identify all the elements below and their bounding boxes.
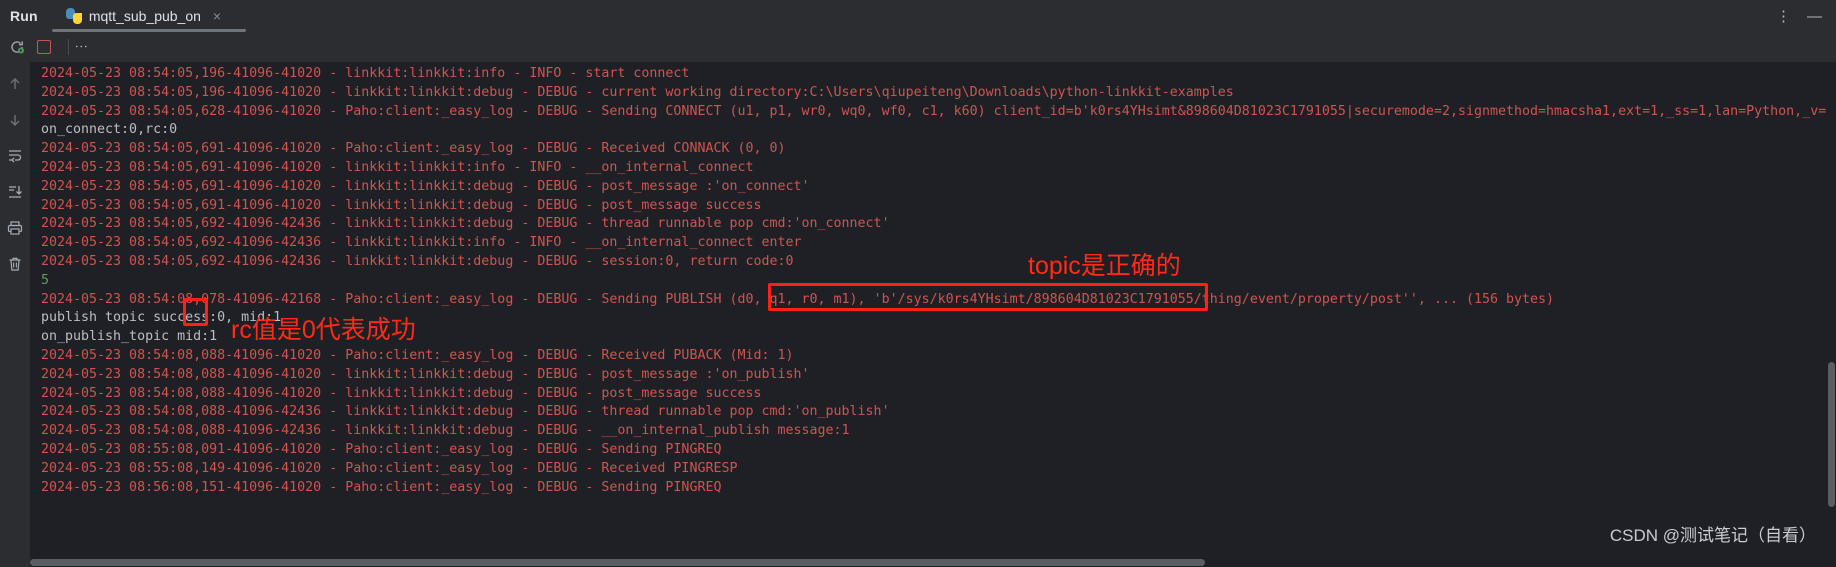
horizontal-scrollbar-thumb[interactable] (30, 559, 1205, 566)
console-line: 2024-05-23 08:54:05,691-41096-41020 - li… (41, 197, 762, 213)
scroll-down-button[interactable] (3, 108, 27, 132)
print-button[interactable] (3, 216, 27, 240)
topic-annotation-text: topic是正确的 (1028, 252, 1181, 280)
window-actions: ⋮ — (1776, 9, 1836, 24)
close-icon[interactable]: × (213, 8, 221, 24)
arrow-up-icon (10, 78, 20, 89)
console-line: on_publish_topic mid:1 (41, 329, 218, 345)
scroll-to-end-button[interactable] (3, 180, 27, 204)
topic-highlight-box (768, 283, 1208, 311)
console-line: 2024-05-23 08:54:05,692-41096-42436 - li… (41, 254, 794, 269)
tab-title: mqtt_sub_pub_on (88, 8, 201, 24)
run-tool-window-label: Run (10, 8, 38, 24)
console-line: 2024-05-23 08:54:08,088-41096-41020 - li… (41, 366, 810, 382)
toolbar-divider (68, 39, 69, 55)
console-line: 2024-05-23 08:54:05,691-41096-41020 - Pa… (41, 141, 786, 157)
vertical-scrollbar[interactable] (1827, 62, 1836, 567)
vertical-scrollbar-thumb[interactable] (1828, 362, 1835, 507)
stop-button[interactable] (33, 36, 55, 58)
clear-all-button[interactable] (3, 252, 27, 276)
scroll-to-end-icon (9, 186, 22, 198)
scroll-up-button[interactable] (3, 72, 27, 96)
minimize-icon[interactable]: — (1807, 9, 1822, 24)
rerun-icon (11, 41, 24, 54)
horizontal-scrollbar[interactable] (30, 558, 1836, 567)
console-line: 2024-05-23 08:54:05,691-41096-41020 - li… (41, 178, 810, 194)
more-options-icon[interactable]: ⋮ (1776, 9, 1791, 24)
stop-icon (37, 40, 51, 54)
console-line: 2024-05-23 08:54:05,196-41096-41020 - li… (41, 66, 690, 81)
console-line: 2024-05-23 08:54:05,692-41096-42436 - li… (41, 216, 890, 232)
csdn-watermark: CSDN @测试笔记（自看） (1609, 526, 1816, 545)
soft-wrap-button[interactable] (3, 144, 27, 168)
console-line: 2024-05-23 08:54:05,691-41096-41020 - li… (41, 160, 754, 175)
print-icon (7, 221, 23, 235)
python-file-icon (65, 8, 82, 24)
arrow-down-icon (10, 115, 20, 126)
rc-highlight-box (183, 298, 208, 326)
trash-icon (9, 257, 21, 271)
console-line: 2024-05-23 08:54:08,088-41096-41020 - Pa… (41, 348, 794, 363)
toolbar-more-icon[interactable]: ⋮ (74, 40, 89, 54)
console-line: 2024-05-23 08:54:05,628-41096-41020 - Pa… (41, 103, 1827, 119)
rerun-button[interactable] (6, 36, 28, 58)
console-line: 2024-05-23 08:54:08,088-41096-41020 - li… (41, 385, 762, 401)
console-line: on_connect:0,rc:0 (41, 122, 178, 138)
tab-mqtt-sub-pub-on[interactable]: mqtt_sub_pub_on × (56, 0, 229, 32)
console-line: 2024-05-23 08:54:08,088-41096-42436 - li… (41, 404, 890, 420)
console-line: 5 (41, 272, 50, 288)
console-line: 2024-05-23 08:54:05,692-41096-42436 - li… (41, 235, 802, 251)
console-side-toolbar (0, 62, 30, 567)
soft-wrap-icon (9, 150, 22, 163)
run-toolbar: ⋮ (0, 32, 1836, 62)
console-line: 2024-05-23 08:56:08,151-41096-41020 - Pa… (41, 479, 722, 495)
console-line: 2024-05-23 08:55:08,149-41096-41020 - Pa… (41, 460, 738, 476)
console-line: 2024-05-23 08:54:05,196-41096-41020 - li… (41, 84, 1234, 100)
window-titlebar: Run mqtt_sub_pub_on × ⋮ — (0, 0, 1836, 32)
rc-annotation-text: rc值是0代表成功 (231, 316, 416, 344)
console-line: 2024-05-23 08:54:08,088-41096-42436 - li… (41, 423, 850, 439)
console-line: 2024-05-23 08:55:08,091-41096-41020 - Pa… (41, 442, 722, 457)
